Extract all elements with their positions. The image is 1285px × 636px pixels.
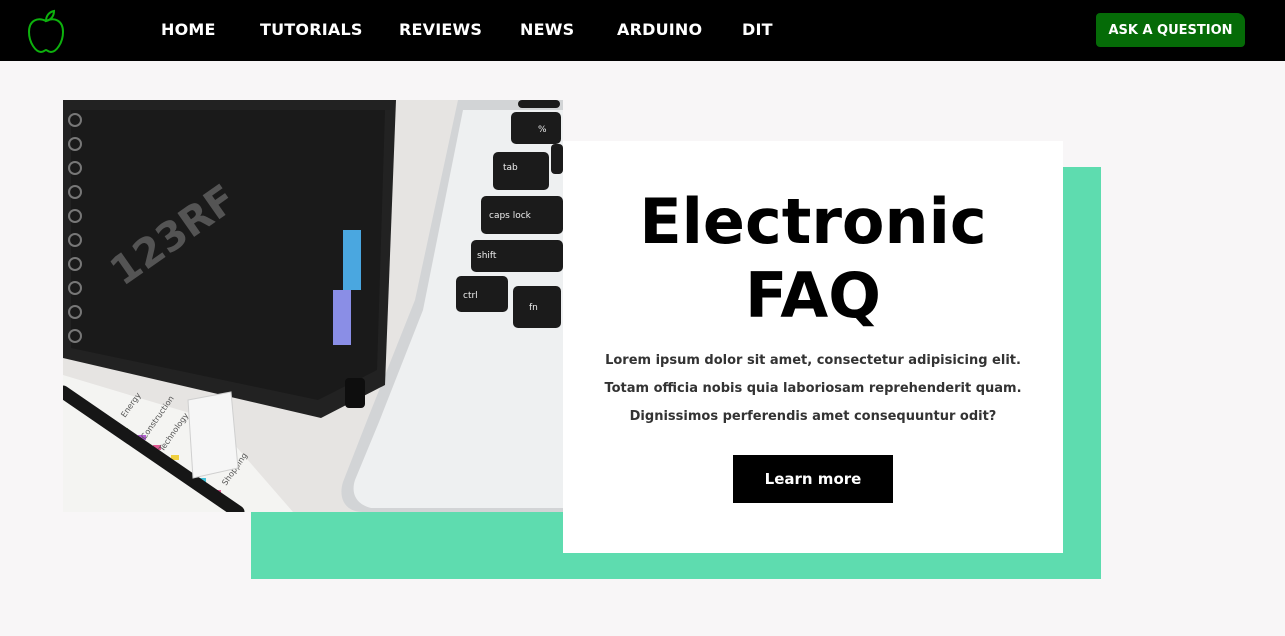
nav-link-arduino[interactable]: ARDUINO	[617, 20, 702, 40]
nav-link-tutorials[interactable]: TUTORIALS	[260, 20, 363, 40]
hero-title-line1: Electronic	[639, 185, 987, 258]
hero-description: Lorem ipsum dolor sit amet, consectetur …	[604, 353, 1022, 424]
key-label: ctrl	[463, 291, 478, 301]
top-navbar: HOME TUTORIALS REVIEWS NEWS ARDUINO DIT …	[0, 0, 1285, 61]
nav-link-dit[interactable]: DIT	[742, 20, 773, 40]
hero-card: Electronic FAQ Lorem ipsum dolor sit ame…	[563, 141, 1063, 553]
key-label: shift	[477, 251, 497, 261]
nav-link-news[interactable]: NEWS	[520, 20, 574, 40]
learn-more-button[interactable]: Learn more	[733, 455, 893, 503]
hero-title-line2: FAQ	[745, 259, 881, 332]
key-label: caps lock	[489, 211, 532, 221]
key-label: %	[538, 125, 547, 135]
ask-question-button[interactable]: ASK A QUESTION	[1096, 13, 1245, 47]
hero-image: Energy Construction Technology Shopping …	[63, 100, 563, 512]
key-label: fn	[529, 303, 538, 313]
nav-link-home[interactable]: HOME	[161, 20, 216, 40]
key-label: tab	[503, 163, 518, 173]
nav-link-reviews[interactable]: REVIEWS	[399, 20, 482, 40]
hero-title: Electronic FAQ	[563, 185, 1063, 333]
apple-logo-icon[interactable]	[24, 6, 68, 54]
